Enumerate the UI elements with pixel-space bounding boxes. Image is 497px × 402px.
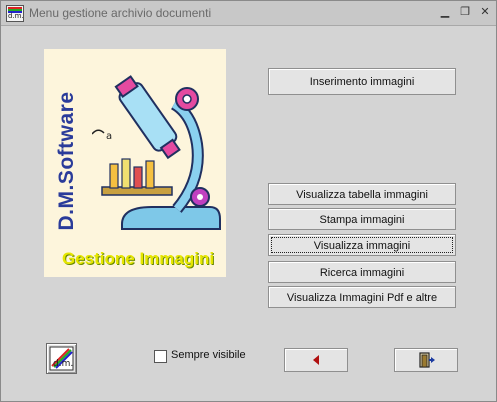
app-icon-text: d.m. — [8, 12, 24, 20]
sempre-visibile-label: Sempre visibile — [171, 349, 246, 361]
dm-software-icon[interactable]: d.m. — [6, 5, 24, 22]
main-window: d.m. Menu gestione archivio documenti ▁ … — [0, 0, 497, 402]
logo-panel: D.M.Software a Gestione Immagini — [44, 49, 226, 277]
red-left-triangle-icon — [313, 355, 319, 365]
title-bar: d.m. Menu gestione archivio documenti ▁ … — [1, 1, 496, 26]
ricerca-immagini-button[interactable]: Ricerca immagini — [268, 261, 456, 283]
close-button[interactable]: ✕ — [479, 6, 491, 18]
visualizza-tabella-immagini-button[interactable]: Visualizza tabella immagini — [268, 183, 456, 205]
logo-side-text: D.M.Software — [55, 91, 78, 231]
restore-button[interactable]: ❐ — [459, 6, 471, 18]
microscope-illustration: a — [92, 75, 221, 230]
window-title: Menu gestione archivio documenti — [29, 6, 212, 20]
minimize-button[interactable]: ▁ — [439, 6, 451, 18]
dm-software-icon: d.m. — [49, 346, 74, 371]
client-area: D.M.Software a Gestione Immagini Inserim… — [1, 26, 496, 401]
back-button[interactable] — [284, 348, 348, 372]
exit-button[interactable] — [394, 348, 458, 372]
door-exit-icon — [419, 352, 435, 368]
visualizza-immagini-button[interactable]: Visualizza immagini — [268, 234, 456, 256]
visualizza-immagini-pdf-button[interactable]: Visualizza Immagini Pdf e altre — [268, 286, 456, 308]
checkbox-box[interactable] — [154, 350, 167, 363]
svg-text:d.m.: d.m. — [53, 359, 73, 369]
stampa-immagini-button[interactable]: Stampa immagini — [268, 208, 456, 230]
dm-software-button[interactable]: d.m. — [46, 343, 77, 374]
logo-bottom-text: Gestione Immagini — [62, 249, 215, 268]
svg-text:a: a — [106, 131, 112, 142]
inserimento-immagini-button[interactable]: Inserimento immagini — [268, 68, 456, 95]
